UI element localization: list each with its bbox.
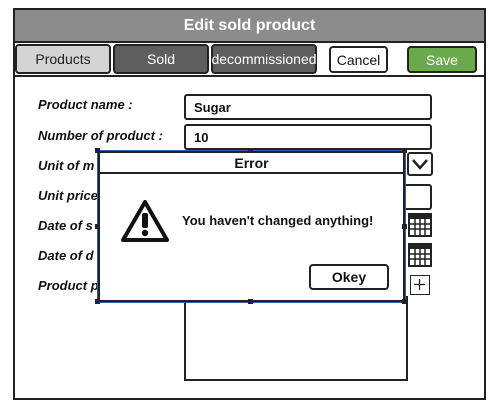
- product-name-label: Product name :: [38, 97, 133, 112]
- calendar-icon[interactable]: [408, 243, 432, 267]
- window-title: Edit sold product: [183, 16, 316, 34]
- resize-handle[interactable]: [402, 148, 407, 153]
- resize-handle[interactable]: [95, 224, 100, 229]
- dialog-message: You haven't changed anything!: [182, 213, 374, 228]
- date-due-label: Date of d: [38, 248, 94, 263]
- plus-icon[interactable]: [410, 275, 430, 295]
- resize-handle[interactable]: [248, 299, 253, 304]
- save-button[interactable]: Save: [407, 46, 477, 73]
- product-p-label: Product p: [38, 278, 99, 293]
- error-dialog: Error You haven't changed anything! Okey: [97, 150, 406, 303]
- resize-handle[interactable]: [248, 148, 253, 153]
- date-sold-label: Date of s: [38, 218, 93, 233]
- product-picture-area[interactable]: [184, 296, 408, 381]
- resize-handle[interactable]: [402, 224, 407, 229]
- resize-handle[interactable]: [95, 299, 100, 304]
- number-of-product-field[interactable]: 10: [184, 124, 432, 150]
- number-of-product-label: Number of product :: [38, 128, 163, 143]
- tab-sold[interactable]: Sold: [113, 44, 209, 74]
- resize-handle[interactable]: [95, 148, 100, 153]
- unit-of-measure-label: Unit of m: [38, 158, 95, 173]
- warning-icon: [121, 200, 169, 242]
- title-bar: Edit sold product: [13, 8, 486, 43]
- tab-products[interactable]: Products: [15, 44, 111, 74]
- resize-handle[interactable]: [402, 299, 407, 304]
- calendar-icon[interactable]: [408, 213, 432, 237]
- tab-decommissioned[interactable]: decommissioned: [211, 44, 317, 74]
- chevron-down-icon[interactable]: [407, 152, 433, 176]
- product-name-field[interactable]: Sugar: [184, 94, 432, 120]
- unit-price-label: Unit price: [38, 188, 98, 203]
- okey-button[interactable]: Okey: [309, 264, 389, 290]
- dialog-title: Error: [100, 153, 403, 174]
- cancel-button[interactable]: Cancel: [329, 46, 388, 73]
